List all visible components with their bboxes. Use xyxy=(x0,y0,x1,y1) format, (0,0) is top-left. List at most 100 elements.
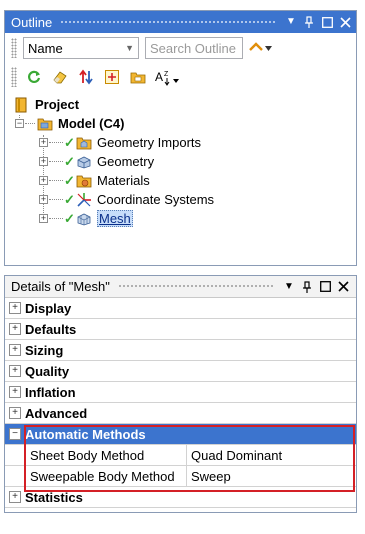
coordinate-systems-icon xyxy=(75,191,93,209)
outline-icon-toolbar: AZ xyxy=(5,63,356,91)
details-title: Details of "Mesh" xyxy=(11,279,110,294)
expand-icon[interactable]: + xyxy=(39,157,48,166)
tree-connector xyxy=(49,161,63,162)
outline-titlebar: Outline ▼ xyxy=(5,11,356,33)
tree-item-label: Materials xyxy=(97,173,150,188)
expand-icon[interactable]: + xyxy=(9,302,21,314)
group-defaults[interactable]: + Defaults xyxy=(5,319,356,340)
tree-item-model[interactable]: − Model (C4) xyxy=(15,114,124,133)
group-label: Quality xyxy=(25,363,70,379)
group-display[interactable]: + Display xyxy=(5,298,356,319)
checkmark-icon: ✓ xyxy=(64,210,75,226)
tree-item-label: Geometry xyxy=(97,154,155,169)
maximize-icon[interactable] xyxy=(318,279,332,295)
details-grid: + Display + Defaults + Sizing + Quality … xyxy=(5,298,356,508)
tree-item-label: Project xyxy=(35,97,80,112)
svg-text:A: A xyxy=(155,70,163,84)
outline-tree: Project − Model (C4) + ✓ Geometry Import… xyxy=(5,91,356,251)
expand-icon[interactable]: + xyxy=(9,344,21,356)
group-label: Display xyxy=(25,300,72,316)
expand-icon[interactable]: + xyxy=(9,407,21,419)
group-sizing[interactable]: + Sizing xyxy=(5,340,356,361)
expand-icon[interactable]: + xyxy=(9,323,21,335)
group-label: Automatic Methods xyxy=(25,426,146,442)
sort-alphabetical-icon[interactable]: AZ xyxy=(155,68,181,86)
tree-connector xyxy=(25,123,35,124)
chevron-up-icon xyxy=(249,39,263,57)
collapse-icon[interactable]: − xyxy=(9,428,21,440)
pin-icon[interactable] xyxy=(300,279,314,295)
property-name: Sheet Body Method xyxy=(25,445,187,465)
expand-icon[interactable]: + xyxy=(9,386,21,398)
group-label: Inflation xyxy=(25,384,76,400)
dropdown-icon[interactable]: ▼ xyxy=(284,14,298,30)
tree-connector xyxy=(49,142,63,143)
checkmark-icon: ✓ xyxy=(64,172,75,188)
tree-connector xyxy=(49,180,63,181)
property-value[interactable]: Sweep xyxy=(187,466,356,486)
tree-item-label: Geometry Imports xyxy=(97,135,202,150)
tree-item-project[interactable]: Project xyxy=(13,95,79,114)
property-name: Sweepable Body Method xyxy=(25,466,187,486)
expand-icon[interactable]: + xyxy=(39,195,48,204)
expand-icon[interactable]: + xyxy=(39,214,48,223)
svg-text:Z: Z xyxy=(164,71,169,78)
property-value[interactable]: Quad Dominant xyxy=(187,445,356,465)
search-options-dropdown-icon[interactable] xyxy=(265,43,272,53)
expand-icon[interactable]: + xyxy=(39,138,48,147)
collapse-icon[interactable]: − xyxy=(15,119,24,128)
group-inflation[interactable]: + Inflation xyxy=(5,382,356,403)
tree-item-geometry[interactable]: + ✓ Geometry xyxy=(39,152,154,171)
mesh-icon xyxy=(75,210,93,228)
checkmark-icon: ✓ xyxy=(64,153,75,169)
refresh-icon[interactable] xyxy=(25,68,43,86)
group-automatic-methods[interactable]: − Automatic Methods xyxy=(5,424,356,445)
expand-icon[interactable]: + xyxy=(39,176,48,185)
search-outline-input[interactable] xyxy=(145,37,243,59)
expand-icon[interactable]: + xyxy=(9,491,21,503)
geometry-imports-icon xyxy=(75,134,93,152)
property-row[interactable]: Sweepable Body Method Sweep xyxy=(5,466,356,487)
group-label: Statistics xyxy=(25,489,83,505)
toolbar-grip[interactable] xyxy=(11,67,17,87)
tree-item-geometry-imports[interactable]: + ✓ Geometry Imports xyxy=(39,133,201,152)
titlebar-grip[interactable] xyxy=(60,19,276,25)
group-quality[interactable]: + Quality xyxy=(5,361,356,382)
group-label: Advanced xyxy=(25,405,88,421)
expand-all-icon[interactable] xyxy=(103,68,121,86)
close-icon[interactable] xyxy=(338,14,352,30)
expand-icon[interactable]: + xyxy=(9,365,21,377)
group-label: Sizing xyxy=(25,342,64,358)
group-statistics[interactable]: + Statistics xyxy=(5,487,356,508)
sort-icon[interactable] xyxy=(77,68,95,86)
folder-icon[interactable] xyxy=(129,68,147,86)
details-titlebar: Details of "Mesh" ▼ xyxy=(5,276,356,298)
checkmark-icon: ✓ xyxy=(64,134,75,150)
pin-icon[interactable] xyxy=(302,14,316,30)
tree-item-coordinate-systems[interactable]: + ✓ Coordinate Systems xyxy=(39,190,214,209)
group-label: Defaults xyxy=(25,321,77,337)
geometry-icon xyxy=(75,153,93,171)
eraser-icon[interactable] xyxy=(51,68,69,86)
checkmark-icon: ✓ xyxy=(64,191,75,207)
materials-icon xyxy=(75,172,93,190)
chevron-down-icon: ▼ xyxy=(125,43,134,53)
titlebar-grip[interactable] xyxy=(117,284,274,289)
details-pane: Details of "Mesh" ▼ + Display + Defaults… xyxy=(4,275,357,513)
filter-toolbar: Name ▼ xyxy=(5,33,356,63)
name-filter-select[interactable]: Name ▼ xyxy=(23,37,139,59)
tree-item-label: Mesh xyxy=(97,210,133,227)
toolbar-grip[interactable] xyxy=(11,38,17,58)
project-icon xyxy=(13,96,31,114)
close-icon[interactable] xyxy=(336,279,350,295)
dropdown-icon[interactable]: ▼ xyxy=(282,279,296,295)
tree-item-label: Coordinate Systems xyxy=(97,192,215,207)
group-advanced[interactable]: + Advanced xyxy=(5,403,356,424)
tree-connector xyxy=(49,218,63,219)
search-up-button[interactable] xyxy=(249,39,272,57)
tree-item-mesh[interactable]: + ✓ Mesh xyxy=(39,209,133,228)
property-row[interactable]: Sheet Body Method Quad Dominant xyxy=(5,445,356,466)
tree-connector xyxy=(49,199,63,200)
maximize-icon[interactable] xyxy=(320,14,334,30)
tree-item-materials[interactable]: + ✓ Materials xyxy=(39,171,150,190)
